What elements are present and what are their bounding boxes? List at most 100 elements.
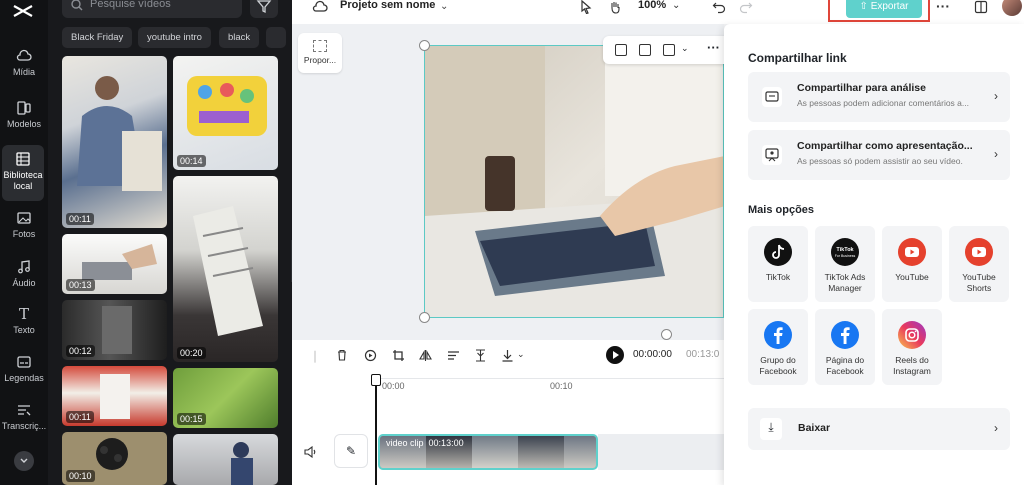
option-youtube[interactable]: YouTube — [882, 226, 942, 302]
nav-label: Fotos — [12, 229, 36, 239]
option-label: Reels do Instagram — [893, 355, 931, 376]
download-label: Baixar — [798, 422, 831, 434]
crop-icon[interactable] — [392, 349, 405, 362]
chevron-down-icon[interactable]: ⌄ — [681, 43, 689, 54]
video-thumbnail[interactable]: 00:14 — [173, 56, 278, 170]
nav-label: Biblioteca local — [3, 170, 43, 191]
zoom-level[interactable]: 100% — [638, 0, 666, 11]
pencil-icon: ✎ — [345, 444, 357, 458]
chevron-down-icon[interactable]: ⌄ — [672, 0, 680, 11]
export-button[interactable]: ⇧ Exportar — [846, 0, 922, 18]
nav-item-midia[interactable]: Mídia — [0, 48, 48, 77]
play-button[interactable] — [606, 346, 624, 364]
thumbnail-image — [77, 76, 162, 191]
chevron-right-icon: › — [994, 147, 998, 161]
export-dropdown: Compartilhar link Compartilhar para anál… — [724, 24, 1024, 485]
nav-item-transcricao[interactable]: Transcriç... — [0, 402, 48, 431]
playhead-handle[interactable] — [371, 374, 381, 386]
speed-icon[interactable] — [364, 349, 377, 362]
video-thumbnail[interactable]: 00:13 — [62, 234, 167, 294]
nav-label: Legendas — [4, 373, 44, 383]
nav-item-legendas[interactable]: Legendas — [0, 354, 48, 383]
option-tiktok-ads-manager[interactable]: TikTok For Business TikTok Ads Manager — [815, 226, 875, 302]
collapse-nav-button[interactable] — [14, 451, 34, 471]
left-nav: Mídia Modelos Biblioteca local Fotos Áud… — [0, 0, 48, 485]
chip-tag-overflow[interactable] — [266, 27, 286, 48]
speaker-icon[interactable] — [304, 446, 317, 458]
video-thumbnail[interactable]: 00:11 — [62, 366, 167, 426]
chevron-down-icon[interactable]: ⌄ — [440, 1, 448, 12]
duration-label: 00:15 — [177, 413, 206, 425]
timeline: 00:00 00:10 ✎ video clip 00:13:00 — [292, 370, 724, 485]
chip-tag[interactable]: Black Friday — [62, 27, 133, 48]
project-title[interactable]: Projeto sem nome — [340, 0, 435, 11]
video-thumbnail[interactable]: 00:12 — [62, 300, 167, 360]
split-icon[interactable]: ∣ — [312, 349, 318, 363]
option-tiktok[interactable]: TikTok — [748, 226, 808, 302]
search-input[interactable]: Pesquise vídeos — [62, 0, 242, 18]
chevron-down-icon[interactable]: ⌄ — [517, 349, 525, 360]
video-clip[interactable]: video clip 00:13:00 — [378, 434, 598, 470]
ruler-label: 00:10 — [550, 381, 573, 391]
freeze-icon[interactable] — [474, 349, 487, 362]
more-options-icon[interactable]: ··· — [936, 0, 950, 14]
nav-item-modelos[interactable]: Modelos — [0, 100, 48, 129]
nav-item-audio[interactable]: Áudio — [0, 259, 48, 288]
rotate-handle[interactable] — [661, 329, 672, 340]
option-label: TikTok Ads Manager — [824, 272, 866, 293]
redo-icon[interactable] — [739, 0, 753, 14]
comment-icon — [762, 87, 782, 107]
resize-handle-bottom-left[interactable] — [419, 312, 430, 323]
share-as-presentation-option[interactable]: Compartilhar como apresentação... As pes… — [748, 130, 1010, 180]
option-label: Grupo do Facebook — [759, 355, 797, 376]
option-label: TikTok — [765, 272, 791, 282]
undo-icon[interactable] — [712, 0, 726, 14]
nav-label: Modelos — [6, 119, 42, 129]
nav-label: Mídia — [12, 67, 35, 77]
adjust-icon[interactable] — [447, 349, 460, 362]
video-frame-image — [425, 46, 723, 317]
edit-track-button[interactable]: ✎ — [334, 434, 368, 468]
more-options-icon[interactable]: ··· — [707, 40, 720, 55]
hand-pan-icon[interactable] — [608, 0, 622, 14]
download-option[interactable]: ⤓ Baixar › — [748, 408, 1010, 450]
option-youtube-shorts[interactable]: YouTube Shorts — [949, 226, 1009, 302]
video-thumbnail[interactable]: 00:10 — [62, 432, 167, 485]
filter-button[interactable] — [250, 0, 278, 18]
video-thumbnail[interactable]: 00:20 — [173, 176, 278, 362]
duration-label: 00:20 — [177, 347, 206, 359]
nav-item-texto[interactable]: T Texto — [0, 306, 48, 335]
chevron-right-icon: › — [994, 89, 998, 103]
option-instagram-reels[interactable]: Reels do Instagram — [882, 309, 942, 385]
video-preview[interactable] — [424, 45, 724, 318]
playhead[interactable] — [375, 375, 377, 485]
download-icon[interactable] — [501, 349, 514, 362]
video-thumbnail[interactable] — [173, 434, 278, 485]
chip-tag[interactable]: youtube intro — [138, 27, 211, 48]
fit-screen-icon[interactable] — [639, 44, 651, 56]
text-t-icon: T — [18, 305, 29, 323]
nav-item-fotos[interactable]: Fotos — [0, 210, 48, 239]
ruler — [376, 378, 724, 379]
nav-item-biblioteca-local[interactable]: Biblioteca local — [2, 145, 44, 201]
thumbnail-image — [231, 442, 253, 485]
option-facebook-group[interactable]: Grupo do Facebook — [748, 309, 808, 385]
replace-icon[interactable] — [663, 44, 675, 56]
clip-label: video clip 00:13:00 — [386, 438, 464, 448]
avatar[interactable] — [1002, 0, 1022, 16]
delete-icon[interactable] — [336, 349, 348, 361]
library-icon — [16, 152, 30, 166]
crop-add-icon[interactable] — [615, 44, 627, 56]
option-facebook-page[interactable]: Página do Facebook — [815, 309, 875, 385]
video-thumbnail[interactable]: 00:15 — [173, 368, 278, 428]
chip-tag[interactable]: black — [219, 27, 260, 48]
share-for-review-option[interactable]: Compartilhar para análise As pessoas pod… — [748, 72, 1010, 122]
nav-label: Áudio — [12, 278, 36, 288]
transcript-icon — [18, 405, 31, 416]
layout-panel-icon[interactable] — [974, 0, 988, 14]
resize-handle-top-left[interactable] — [419, 40, 430, 51]
video-thumbnail[interactable]: 00:11 — [62, 56, 167, 228]
flip-icon[interactable] — [419, 349, 432, 362]
cursor-select-icon[interactable] — [580, 0, 592, 14]
aspect-ratio-button[interactable]: Propor... — [298, 33, 342, 73]
